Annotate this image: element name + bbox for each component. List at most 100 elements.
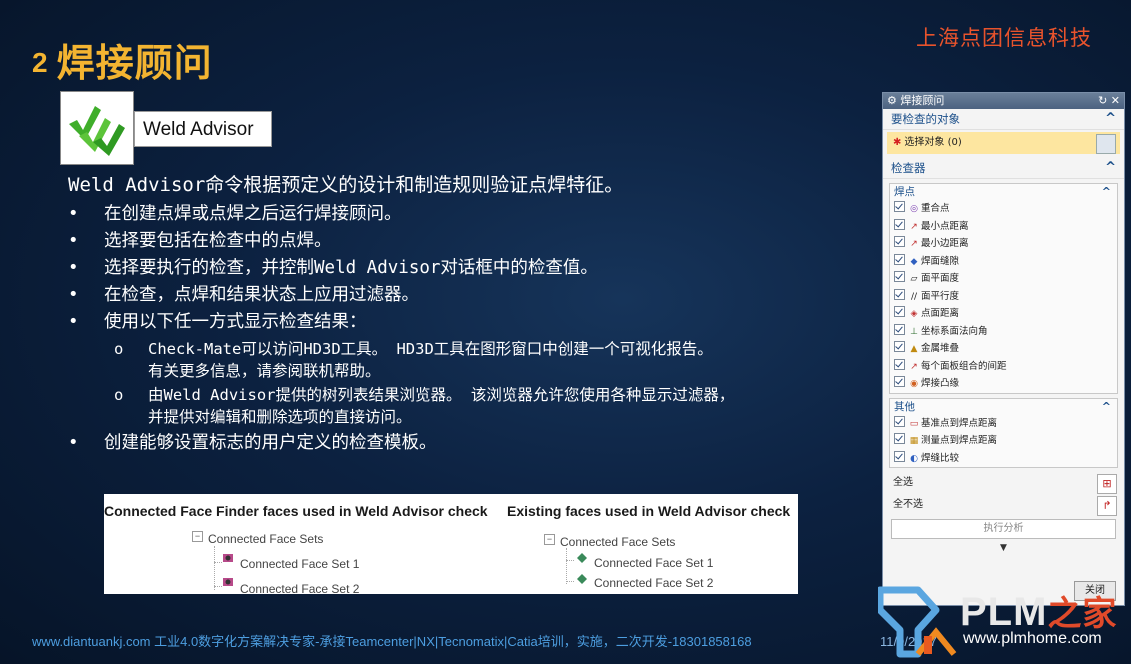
check-item[interactable]: ◐ 焊缝比较 [890, 450, 1117, 468]
checkbox[interactable] [894, 341, 905, 352]
tree-item-right[interactable]: Connected Face Set 1 [594, 556, 713, 570]
face-set-icon [577, 574, 587, 584]
checkbox[interactable] [894, 236, 905, 247]
dialog-controls[interactable]: ↻ ✕ [1098, 93, 1120, 109]
collapse-icon[interactable]: ^ [1102, 399, 1111, 415]
coincident-icon: ◎ [910, 204, 918, 214]
check-item[interactable]: ◆ 焊面缝隙 [890, 253, 1117, 271]
face-set-icon [223, 578, 233, 586]
collapse-icon[interactable]: − [544, 534, 555, 545]
more-chevron-icon[interactable]: ▼ [883, 542, 1124, 554]
group-weld: 焊点 ^ ◎ 重合点 ↗ 最小点距离 ↗ 最小边距离 ◆ 焊面缝隙 ▱ 面平面度 //面平行… [889, 183, 1118, 394]
gap-icon: ◆ [910, 256, 918, 267]
dialog-title: 焊接顾问 [900, 94, 945, 107]
check-item[interactable]: ▱ 面平面度 [890, 270, 1117, 288]
select-all-button[interactable]: ⊞ [1097, 474, 1117, 494]
checkbox[interactable] [894, 201, 905, 212]
checkbox[interactable] [894, 323, 905, 335]
tree-screenshot: Connected Face Finder faces used in Weld… [104, 494, 798, 594]
bullet-item: • 创建能够设置标志的用户定义的检查模板。 [68, 433, 437, 453]
flange-icon: ◉ [910, 379, 918, 389]
checkbox[interactable] [894, 306, 905, 317]
select-object-button[interactable] [1096, 134, 1116, 154]
check-item[interactable]: ◉ 焊接凸缘 [890, 375, 1117, 393]
title-number: 2 [32, 47, 49, 78]
section-objects[interactable]: 要检查的对象 ^ [883, 109, 1124, 130]
compare-icon: ◐ [910, 453, 918, 464]
flatness-icon: ▱ [910, 274, 918, 284]
dialog-gear-icon: ⚙ [887, 94, 897, 107]
collapse-icon[interactable]: − [192, 531, 203, 542]
intro-text: Weld Advisor命令根据预定义的设计和制造规则验证点焊特征。 [68, 174, 624, 196]
measure-distance-icon: ▦ [909, 436, 919, 446]
bullet-item: • 使用以下任一方式显示检查结果： [68, 312, 367, 332]
company-name: 上海点团信息科技 [916, 26, 1092, 50]
collapse-icon[interactable]: ^ [1102, 184, 1111, 200]
weld-advisor-label: Weld Advisor [134, 111, 272, 147]
group-other-header[interactable]: 其他 ^ [890, 399, 1117, 415]
plm-brand: PLM之家 [960, 590, 1118, 634]
title-text: 焊接顾问 [56, 40, 213, 85]
checkbox[interactable] [894, 450, 905, 462]
bullet-item: • 选择要包括在检查中的点焊。 [68, 231, 332, 251]
group-other: 其他 ^ ▭ 基准点到焊点距离 ▦ 测量点到焊点距离 ◐ 焊缝比较 [889, 397, 1118, 468]
bullet-item: • 选择要执行的检查，并控制Weld Advisor对话框中的检查值。 [68, 258, 598, 278]
slide-title: 2 焊接顾问 [32, 32, 213, 87]
tree-root-right: Connected Face Sets [560, 535, 676, 549]
collapse-icon[interactable]: ^ [1105, 158, 1116, 178]
check-item[interactable]: //面平行度 [890, 288, 1117, 306]
run-analysis-button[interactable]: 执行分析 [891, 519, 1116, 539]
select-none-row: 全不选 ↱ [883, 494, 1124, 516]
face-set-icon [577, 553, 587, 563]
check-item[interactable]: ↗ 最小点距离 [890, 218, 1117, 236]
collapse-icon[interactable]: ^ [1105, 109, 1116, 129]
check-item[interactable]: ⊥ 坐标系面法向角 [890, 323, 1117, 341]
bullet-item: • 在检查，点焊和结果状态上应用过滤器。 [68, 285, 419, 305]
weld-advisor-icon [60, 91, 134, 165]
check-item[interactable]: ↗ 最小边距离 [890, 235, 1117, 253]
check-item[interactable]: ↗ 每个面板组合的间距 [890, 358, 1117, 376]
required-star-icon: ✱ [893, 137, 902, 148]
tree-root-left: Connected Face Sets [208, 532, 324, 546]
stack-icon: ▲ [910, 344, 918, 354]
select-none-button[interactable]: ↱ [1097, 496, 1117, 516]
check-item[interactable]: ▦ 测量点到焊点距离 [890, 432, 1117, 450]
tree-item-left[interactable]: Connected Face Set 2 [240, 582, 359, 594]
select-all-row: 全选 ⊞ [883, 472, 1124, 494]
normal-angle-icon: ⊥ [910, 326, 918, 337]
datum-distance-icon: ▭ [909, 418, 919, 429]
weld-advisor-dialog: ⚙ 焊接顾问 ↻ ✕ 要检查的对象 ^ ✱ 选择对象 (0) 检查器 ^ 焊点 ^ ◎ 重… [882, 92, 1125, 606]
checkbox[interactable] [894, 218, 905, 230]
checkbox[interactable] [894, 271, 905, 282]
section-checkers[interactable]: 检查器 ^ [883, 158, 1124, 179]
checkbox[interactable] [894, 358, 905, 370]
tree-item-right[interactable]: Connected Face Set 2 [594, 576, 713, 590]
distance-icon: ↗ [910, 221, 918, 232]
group-weld-header[interactable]: 焊点 ^ [890, 184, 1117, 200]
tree-item-left[interactable]: Connected Face Set 1 [240, 557, 359, 571]
check-item[interactable]: ◈ 点面距离 [890, 305, 1117, 323]
checkbox[interactable] [894, 253, 905, 265]
checkbox[interactable] [894, 433, 905, 444]
left-header: Connected Face Finder faces used in Weld… [104, 503, 488, 519]
parallel-icon: // [910, 291, 918, 302]
footer-text: www.diantuankj.com 工业4.0数字化方案解决专家-承接Team… [32, 634, 752, 649]
plm-url: www.plmhome.com [963, 630, 1102, 647]
select-object-row[interactable]: ✱ 选择对象 (0) [887, 132, 1120, 154]
checkbox[interactable] [894, 376, 905, 387]
check-item[interactable]: ▭ 基准点到焊点距离 [890, 415, 1117, 433]
checkbox[interactable] [894, 288, 905, 300]
check-item[interactable]: ▲ 金属堆叠 [890, 340, 1117, 358]
sub-bullet-item: o Check-Mate可以访问HD3D工具。 HD3D工具在图形窗口中创建一个可… [114, 340, 713, 380]
dialog-titlebar: ⚙ 焊接顾问 ↻ ✕ [883, 93, 1124, 109]
edge-distance-icon: ↗ [910, 239, 918, 249]
check-item[interactable]: ◎ 重合点 [890, 200, 1117, 218]
slide-body: Weld Advisor命令根据预定义的设计和制造规则验证点焊特征。 • 在创建点… [68, 170, 888, 457]
face-set-icon [223, 554, 233, 562]
sub-bullet-item: o 由Weld Advisor提供的树列表结果浏览器。 该浏览器允许您使用各种显示… [114, 386, 735, 426]
point-face-icon: ◈ [910, 309, 918, 319]
checkbox[interactable] [894, 415, 905, 427]
bullet-item: • 在创建点焊或点焊之后运行焊接顾问。 [68, 204, 402, 224]
right-header: Existing faces used in Weld Advisor chec… [507, 503, 791, 519]
panel-spacing-icon: ↗ [910, 361, 918, 372]
